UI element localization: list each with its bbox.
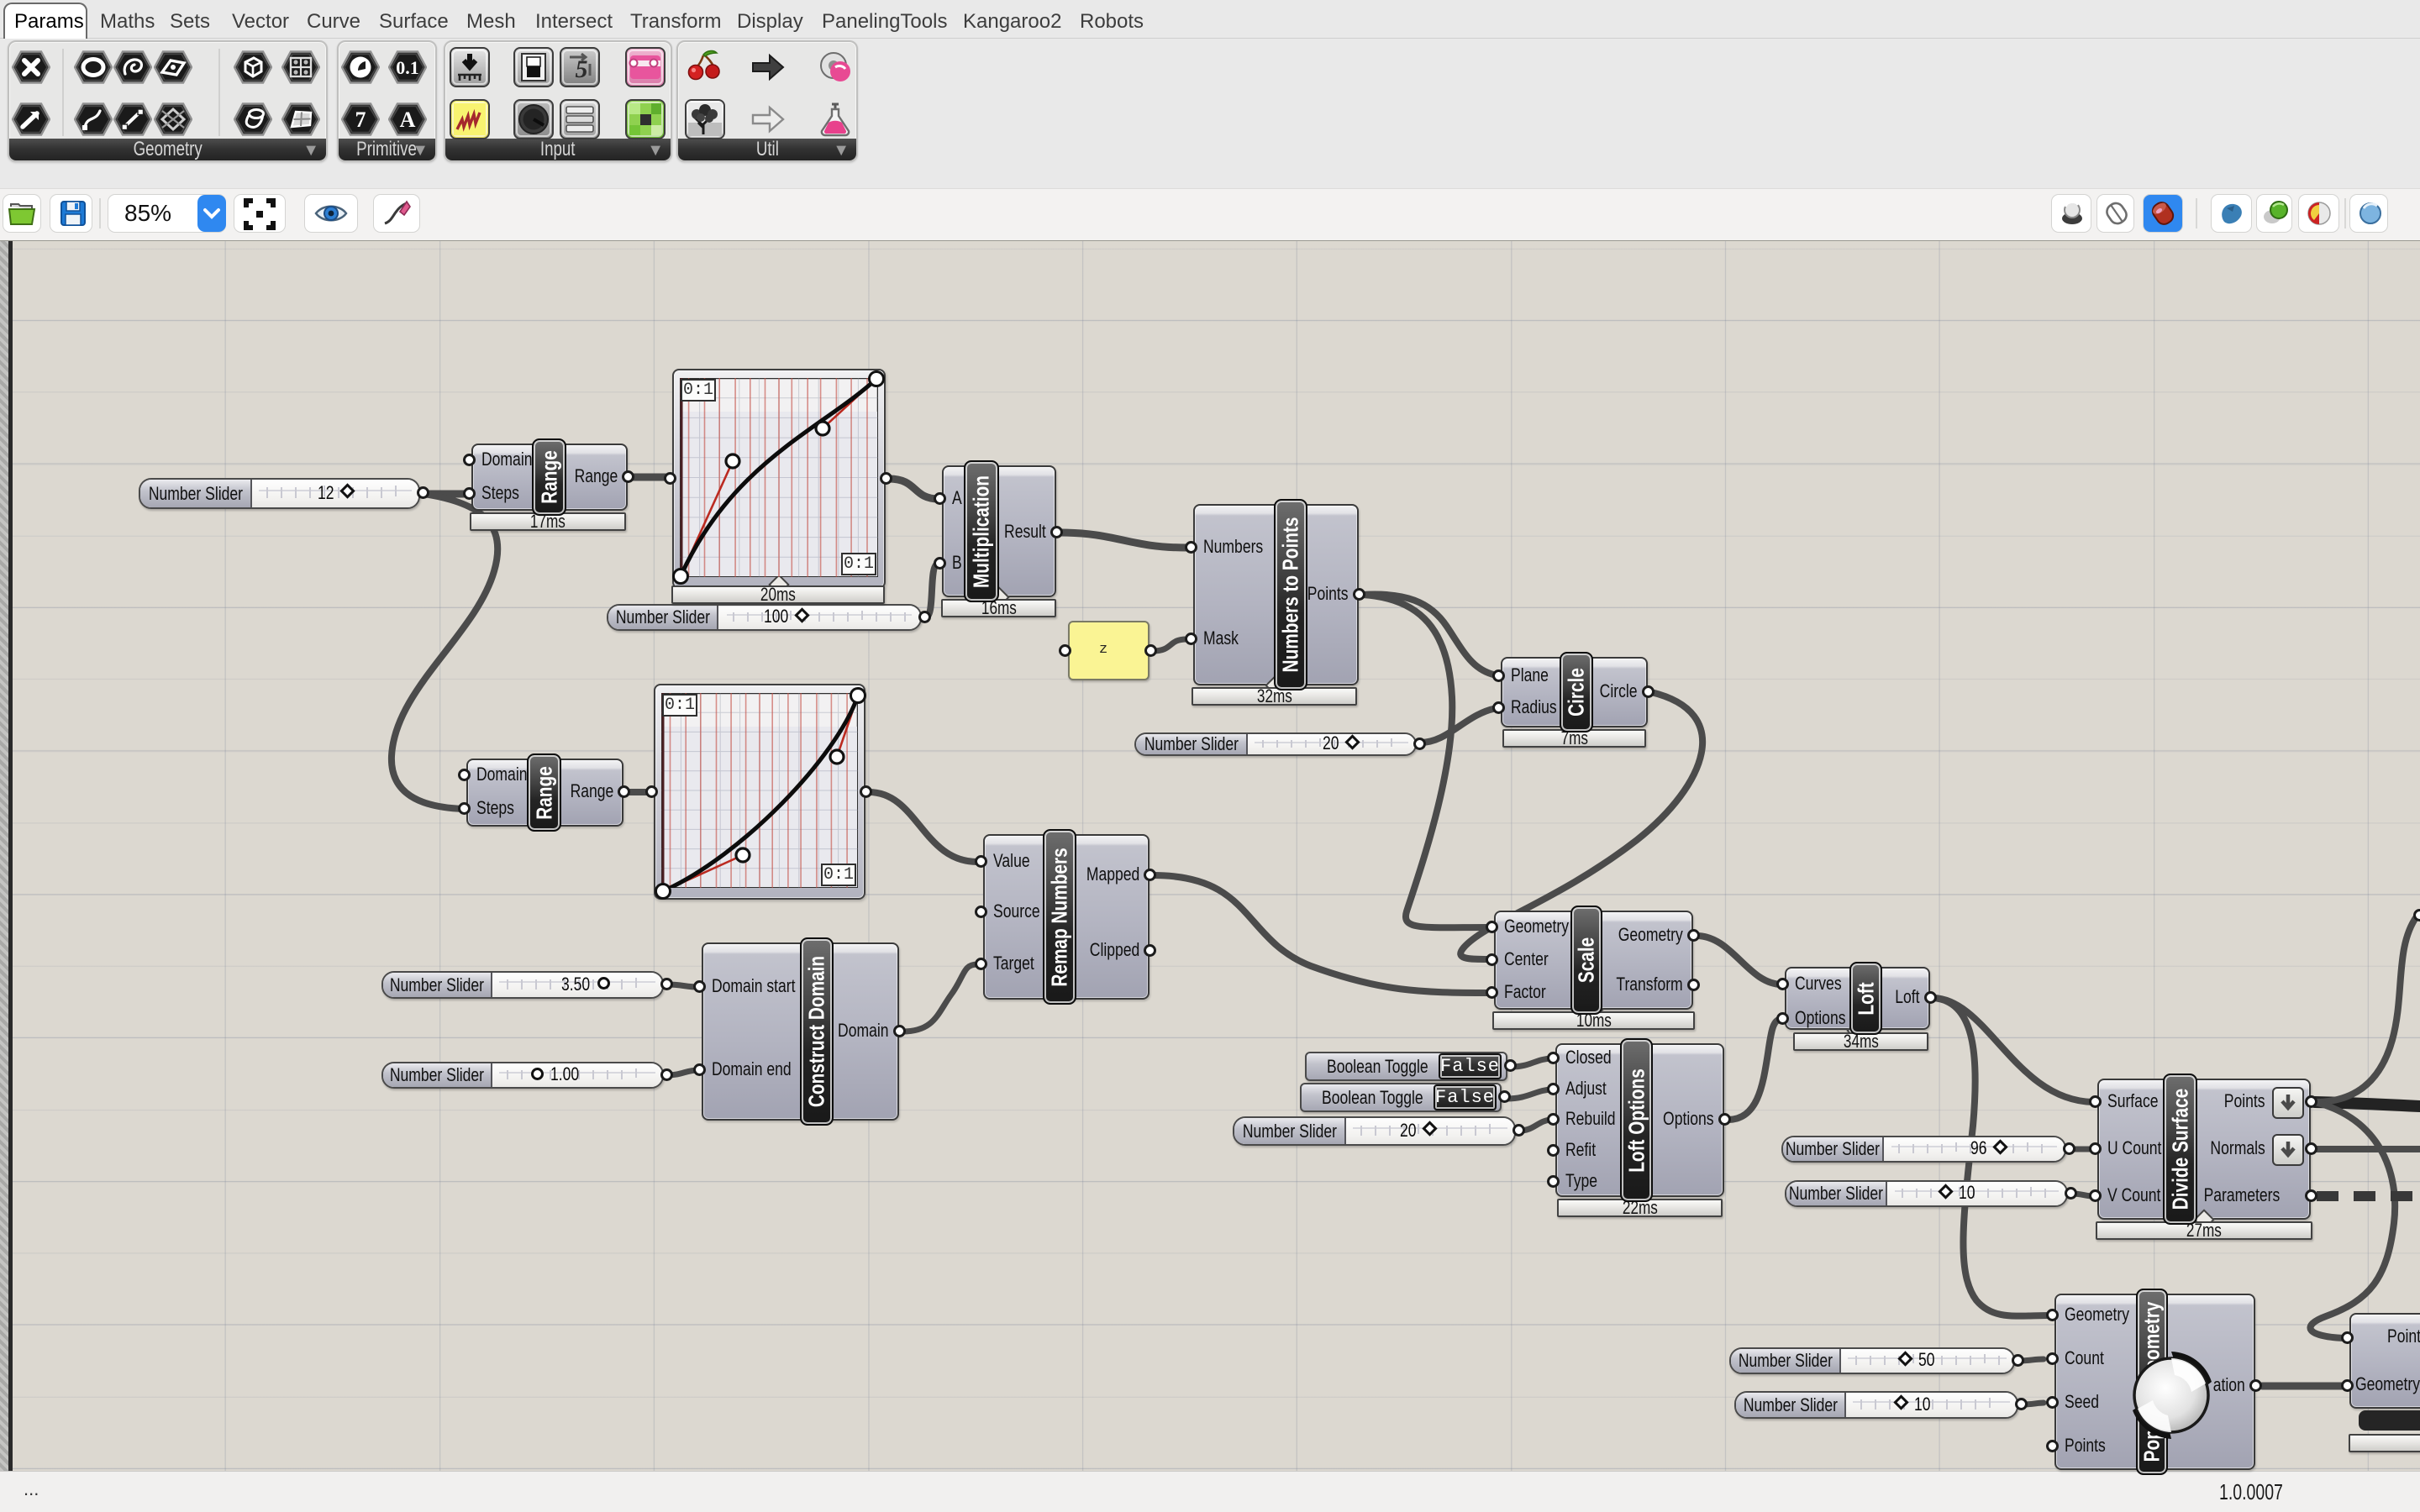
svg-text:0.1: 0.1 <box>396 57 419 78</box>
svg-text:7: 7 <box>355 108 366 132</box>
svg-text:A: A <box>400 108 416 132</box>
